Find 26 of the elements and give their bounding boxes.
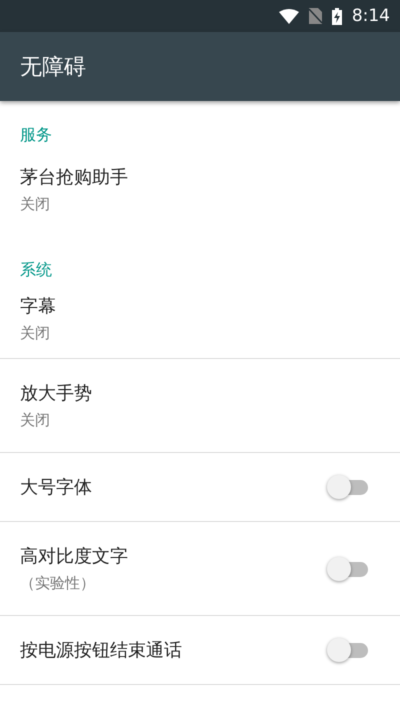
item-summary: 关闭: [20, 324, 51, 342]
screen-title: 无障碍: [20, 54, 86, 82]
item-title: 放大手势: [20, 382, 92, 405]
battery-charging-icon: [332, 8, 342, 24]
item-title: 茅台抢购助手: [20, 166, 128, 189]
item-summary: 关闭: [20, 411, 51, 430]
toggle-switch[interactable]: [326, 637, 370, 663]
item-title: 高对比度文字: [20, 545, 128, 568]
section-header: 服务: [19, 124, 53, 143]
settings-item[interactable]: 高对比度文字 （实验性）: [0, 522, 400, 616]
settings-item[interactable]: 茅台抢购助手 关闭: [0, 143, 400, 236]
settings-item[interactable]: 大号字体: [0, 453, 400, 522]
toggle-switch[interactable]: [326, 556, 370, 582]
item-summary: 关闭: [20, 195, 51, 214]
no-sim-icon: [308, 8, 322, 24]
item-title: 大号字体: [20, 476, 92, 499]
item-summary: （实验性）: [20, 574, 96, 593]
settings-item[interactable]: 放大手势 关闭: [0, 359, 400, 453]
wifi-icon: [278, 8, 299, 24]
item-title: 按电源按钮结束通话: [20, 639, 182, 662]
toggle-switch[interactable]: [326, 474, 370, 500]
settings-item[interactable]: 按电源按钮结束通话: [0, 616, 400, 685]
clock-time: 8:14: [352, 6, 390, 26]
item-title: 字幕: [20, 294, 56, 318]
section-header: 系统: [19, 259, 53, 278]
settings-item[interactable]: 字幕 关闭: [0, 278, 400, 359]
